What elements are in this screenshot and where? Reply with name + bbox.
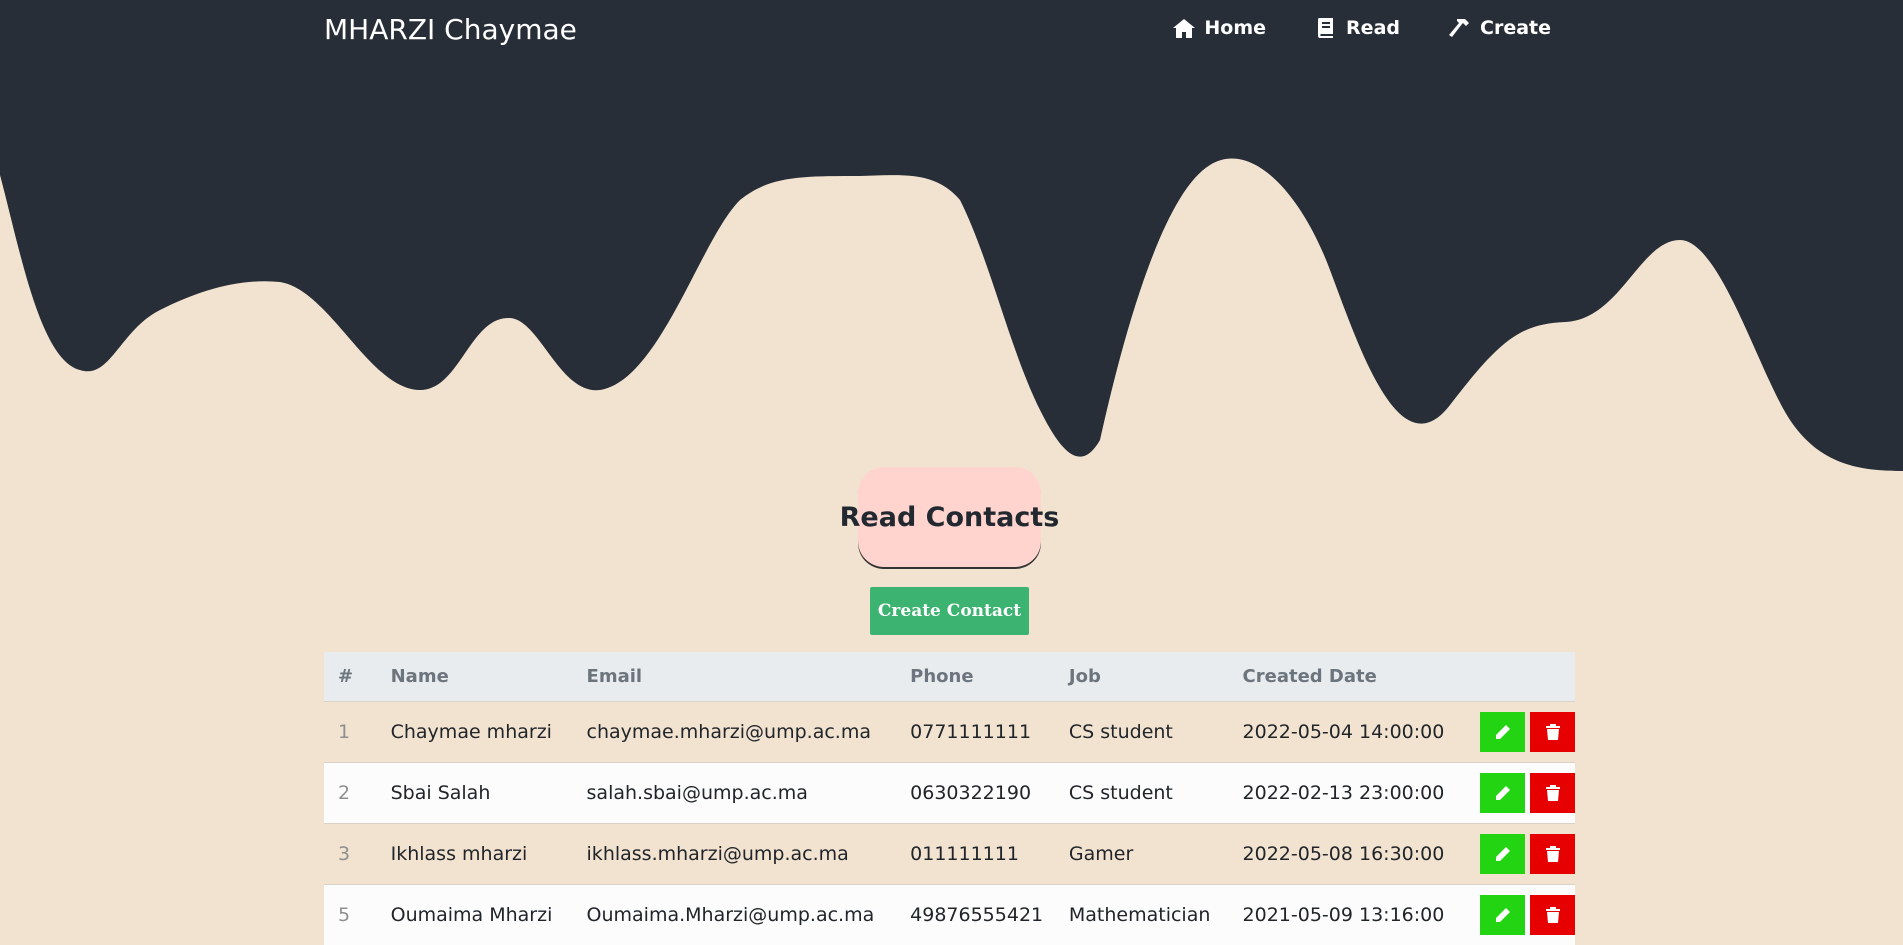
table-row: 3 Ikhlass mharzi ikhlass.mharzi@ump.ac.m… [324, 823, 1575, 884]
header-name: Name [390, 665, 449, 687]
cell-phone: 0771111111 [910, 720, 1032, 743]
pencil-icon [1495, 846, 1510, 861]
book-icon [1318, 18, 1334, 38]
cell-email: Oumaima.Mharzi@ump.ac.ma [586, 903, 875, 926]
pencil-icon [1495, 907, 1510, 922]
cell-actions [1480, 701, 1575, 762]
cell-created-date: 2022-02-13 23:00:00 [1242, 781, 1445, 804]
cell-actions [1480, 823, 1575, 884]
cell-job: Gamer [1068, 842, 1134, 865]
trash-icon [1545, 906, 1560, 923]
cell-phone: 011111111 [910, 842, 1019, 865]
nav-home[interactable]: Home [1172, 17, 1266, 39]
cell-number: 5 [338, 903, 351, 926]
nav-create[interactable]: Create [1448, 17, 1551, 39]
table-header-row: # Name Email Phone Job Created Date [324, 652, 1575, 701]
cell-email: salah.sbai@ump.ac.ma [586, 781, 808, 804]
cell-actions [1480, 762, 1575, 823]
table-row: 5 Oumaima Mharzi Oumaima.Mharzi@ump.ac.m… [324, 884, 1575, 945]
header-email: Email [586, 665, 643, 687]
hammer-icon [1449, 19, 1469, 37]
nav-menu: Home Read Create [1172, 17, 1551, 39]
cell-name: Chaymae mharzi [390, 720, 552, 743]
edit-button[interactable] [1480, 894, 1525, 935]
trash-icon [1545, 845, 1560, 862]
trash-icon [1545, 784, 1560, 801]
delete-button[interactable] [1530, 894, 1575, 935]
nav-create-label: Create [1480, 17, 1551, 39]
cell-number: 2 [338, 781, 351, 804]
cell-name: Ikhlass mharzi [390, 842, 528, 865]
cell-job: Mathematician [1068, 903, 1211, 926]
pencil-icon [1495, 785, 1510, 800]
cell-name: Oumaima Mharzi [390, 903, 553, 926]
cell-email: ikhlass.mharzi@ump.ac.ma [586, 842, 849, 865]
cell-email: chaymae.mharzi@ump.ac.ma [586, 720, 871, 743]
delete-button[interactable] [1530, 772, 1575, 813]
contacts-table: # Name Email Phone Job Created Date 1 Ch… [324, 652, 1575, 945]
page-title: Read Contacts [839, 501, 1060, 533]
cell-created-date: 2022-05-04 14:00:00 [1242, 720, 1445, 743]
header-number: # [338, 665, 354, 687]
edit-button[interactable] [1480, 711, 1525, 752]
trash-icon [1545, 723, 1560, 740]
header-job: Job [1068, 665, 1101, 687]
header-wave-background [0, 0, 1903, 471]
cell-actions [1480, 884, 1575, 945]
header-created-date: Created Date [1242, 665, 1377, 687]
cell-number: 3 [338, 842, 351, 865]
table-row: 2 Sbai Salah salah.sbai@ump.ac.ma 063032… [324, 762, 1575, 823]
delete-button[interactable] [1530, 711, 1575, 752]
home-icon [1173, 19, 1196, 38]
cell-created-date: 2022-05-08 16:30:00 [1242, 842, 1445, 865]
cell-job: CS student [1068, 720, 1173, 743]
edit-button[interactable] [1480, 772, 1525, 813]
nav-home-label: Home [1204, 17, 1267, 39]
nav-read-label: Read [1346, 17, 1400, 39]
delete-button[interactable] [1530, 833, 1575, 874]
cell-phone: 0630322190 [910, 781, 1032, 804]
brand-title[interactable]: MHARZI Chaymae [324, 13, 577, 46]
edit-button[interactable] [1480, 833, 1525, 874]
table-row: 1 Chaymae mharzi chaymae.mharzi@ump.ac.m… [324, 701, 1575, 762]
header-actions [1480, 652, 1575, 701]
cell-name: Sbai Salah [390, 781, 491, 804]
cell-phone: 49876555421 [910, 903, 1044, 926]
page-title-card: Read Contacts [840, 467, 1059, 567]
cell-number: 1 [338, 720, 351, 743]
cell-created-date: 2021-05-09 13:16:00 [1242, 903, 1445, 926]
pencil-icon [1495, 724, 1510, 739]
create-contact-button[interactable]: Create Contact [870, 587, 1029, 635]
header-phone: Phone [910, 665, 974, 687]
nav-read[interactable]: Read [1314, 17, 1400, 39]
navbar: MHARZI Chaymae Home Read Create [0, 0, 1903, 62]
cell-job: CS student [1068, 781, 1173, 804]
